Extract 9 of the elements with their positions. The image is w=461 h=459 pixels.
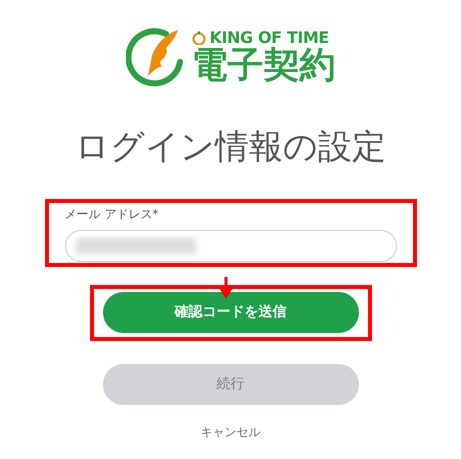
- cancel-link[interactable]: キャンセル: [200, 422, 260, 440]
- email-input-field[interactable]: [64, 230, 396, 262]
- logo-mark-icon: [126, 26, 184, 88]
- brand-name: KING OF TIME: [210, 30, 329, 46]
- field-label: メール アドレス*: [64, 206, 160, 222]
- product-name: 電子契約: [192, 48, 336, 84]
- clock-icon: [192, 31, 206, 45]
- page-title: ログイン情報の設定: [75, 126, 386, 168]
- send-code-button[interactable]: 確認コードを送信: [102, 292, 358, 333]
